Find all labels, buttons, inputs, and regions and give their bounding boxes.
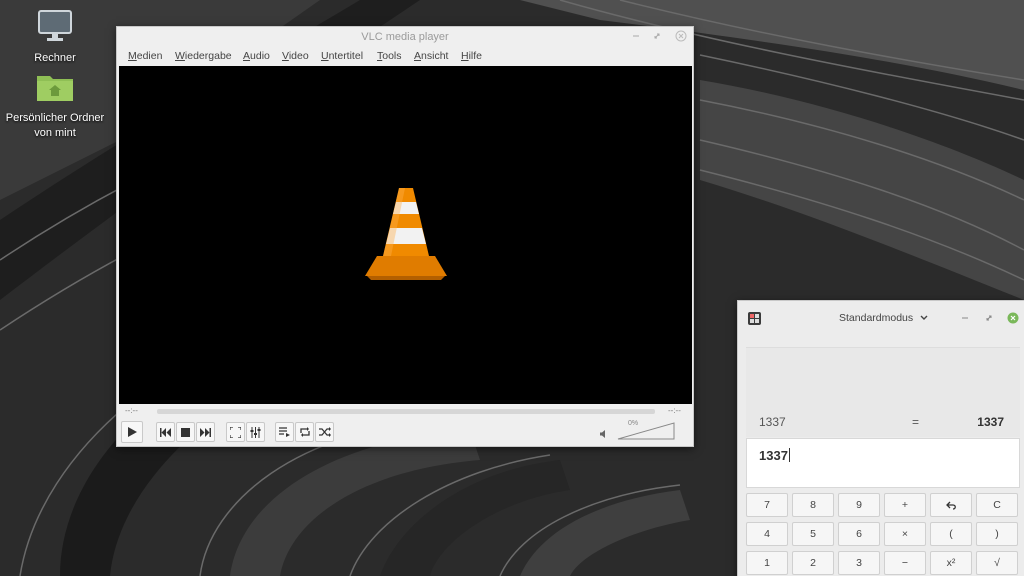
menu-tools[interactable]: Tools	[377, 50, 402, 62]
minimize-button[interactable]	[629, 30, 643, 44]
next-button[interactable]	[196, 422, 215, 442]
vlc-controls: 0%	[117, 420, 693, 446]
mode-selector[interactable]: Standardmodus	[839, 312, 928, 324]
previous-button[interactable]	[156, 422, 175, 442]
loop-button[interactable]	[295, 422, 314, 442]
key-6[interactable]: 6	[838, 522, 880, 546]
text-cursor	[788, 448, 790, 462]
vlc-menubar: Medien Wiedergabe Audio Video Untertitel…	[117, 49, 693, 65]
speaker-icon[interactable]	[600, 429, 608, 441]
menu-untertitel[interactable]: Untertitel	[321, 50, 363, 62]
calc-close-button[interactable]	[1006, 312, 1020, 326]
history-equals: =	[912, 415, 920, 429]
key-8[interactable]: 8	[792, 493, 834, 517]
key-1[interactable]: 1	[746, 551, 788, 575]
menu-wiedergabe[interactable]: Wiedergabe	[175, 50, 232, 62]
desktop-icon-label: Persönlicher Ordner von mint	[5, 112, 105, 139]
playlist-button[interactable]	[275, 422, 294, 442]
extended-settings-button[interactable]	[246, 422, 265, 442]
calc-minimize-button[interactable]	[958, 312, 972, 326]
playlist-icon	[279, 427, 290, 437]
close-button[interactable]	[674, 30, 688, 44]
play-button[interactable]	[121, 421, 143, 443]
home-folder-icon	[0, 72, 110, 107]
history-row[interactable]: 1337 = 1337	[746, 408, 1020, 434]
menu-hilfe[interactable]: Hilfe	[461, 50, 482, 62]
minimize-icon	[633, 35, 639, 37]
maximize-icon	[986, 315, 992, 321]
extended-settings-icon	[250, 426, 261, 438]
key-clear[interactable]: C	[976, 493, 1018, 517]
key-plus[interactable]: +	[884, 493, 926, 517]
seek-slider[interactable]	[157, 409, 655, 414]
close-icon	[1007, 312, 1019, 324]
stop-icon	[181, 427, 190, 437]
vlc-cone-icon	[365, 188, 447, 280]
volume-wedge	[617, 422, 675, 440]
history-panel: 1337 = 1337	[746, 347, 1020, 437]
previous-icon	[160, 427, 171, 437]
computer-icon	[0, 10, 110, 47]
fullscreen-icon	[230, 426, 241, 438]
key-5[interactable]: 5	[792, 522, 834, 546]
menu-ansicht[interactable]: Ansicht	[414, 50, 448, 62]
key-open-paren[interactable]: (	[930, 522, 972, 546]
calculator-titlebar[interactable]: Standardmodus	[738, 301, 1024, 337]
menu-medien[interactable]: Medien	[128, 50, 162, 62]
stop-button[interactable]	[176, 422, 195, 442]
key-close-paren[interactable]: )	[976, 522, 1018, 546]
key-3[interactable]: 3	[838, 551, 880, 575]
desktop-icon-home-folder[interactable]: Persönlicher Ordner von mint	[0, 72, 110, 141]
minimize-icon	[962, 317, 968, 319]
vlc-window-title: VLC media player	[361, 31, 449, 43]
maximize-icon	[654, 33, 660, 39]
key-undo[interactable]	[930, 493, 972, 517]
video-area[interactable]	[119, 66, 692, 404]
key-4[interactable]: 4	[746, 522, 788, 546]
entry-value: 1337	[759, 448, 788, 463]
elapsed-time: --:--	[125, 406, 138, 415]
volume-slider[interactable]: 0%	[617, 420, 675, 440]
maximize-button[interactable]	[650, 30, 664, 44]
fullscreen-button[interactable]	[226, 422, 245, 442]
total-time: --:--	[668, 406, 681, 415]
undo-icon	[945, 501, 956, 510]
vlc-titlebar[interactable]: VLC media player	[117, 27, 693, 49]
desktop-icon-label: Rechner	[34, 52, 76, 64]
history-expression: 1337	[759, 415, 786, 429]
shuffle-icon	[318, 427, 331, 437]
history-result: 1337	[977, 415, 1004, 429]
calculator-window[interactable]: Standardmodus 1337 = 1337 1337 7 8 9 + C…	[737, 300, 1024, 576]
desktop-icon-computer[interactable]: Rechner	[0, 10, 110, 66]
close-icon	[675, 30, 687, 42]
key-7[interactable]: 7	[746, 493, 788, 517]
menu-video[interactable]: Video	[282, 50, 309, 62]
vlc-window[interactable]: VLC media player Medien Wiedergabe Audio…	[116, 26, 694, 447]
key-minus[interactable]: −	[884, 551, 926, 575]
volume-percent: 0%	[628, 420, 639, 427]
calc-maximize-button[interactable]	[982, 312, 996, 326]
key-multiply[interactable]: ×	[884, 522, 926, 546]
menu-audio[interactable]: Audio	[243, 50, 270, 62]
next-icon	[200, 427, 211, 437]
seek-row: --:-- --:--	[117, 406, 693, 418]
chevron-down-icon	[920, 315, 928, 320]
mode-label: Standardmodus	[839, 312, 914, 324]
shuffle-button[interactable]	[315, 422, 334, 442]
key-9[interactable]: 9	[838, 493, 880, 517]
key-2[interactable]: 2	[792, 551, 834, 575]
key-square[interactable]: x²	[930, 551, 972, 575]
calculator-app-icon	[748, 312, 761, 328]
loop-icon	[299, 427, 310, 437]
play-icon	[128, 427, 137, 437]
key-sqrt[interactable]: √	[976, 551, 1018, 575]
calculator-entry[interactable]: 1337	[746, 438, 1020, 488]
